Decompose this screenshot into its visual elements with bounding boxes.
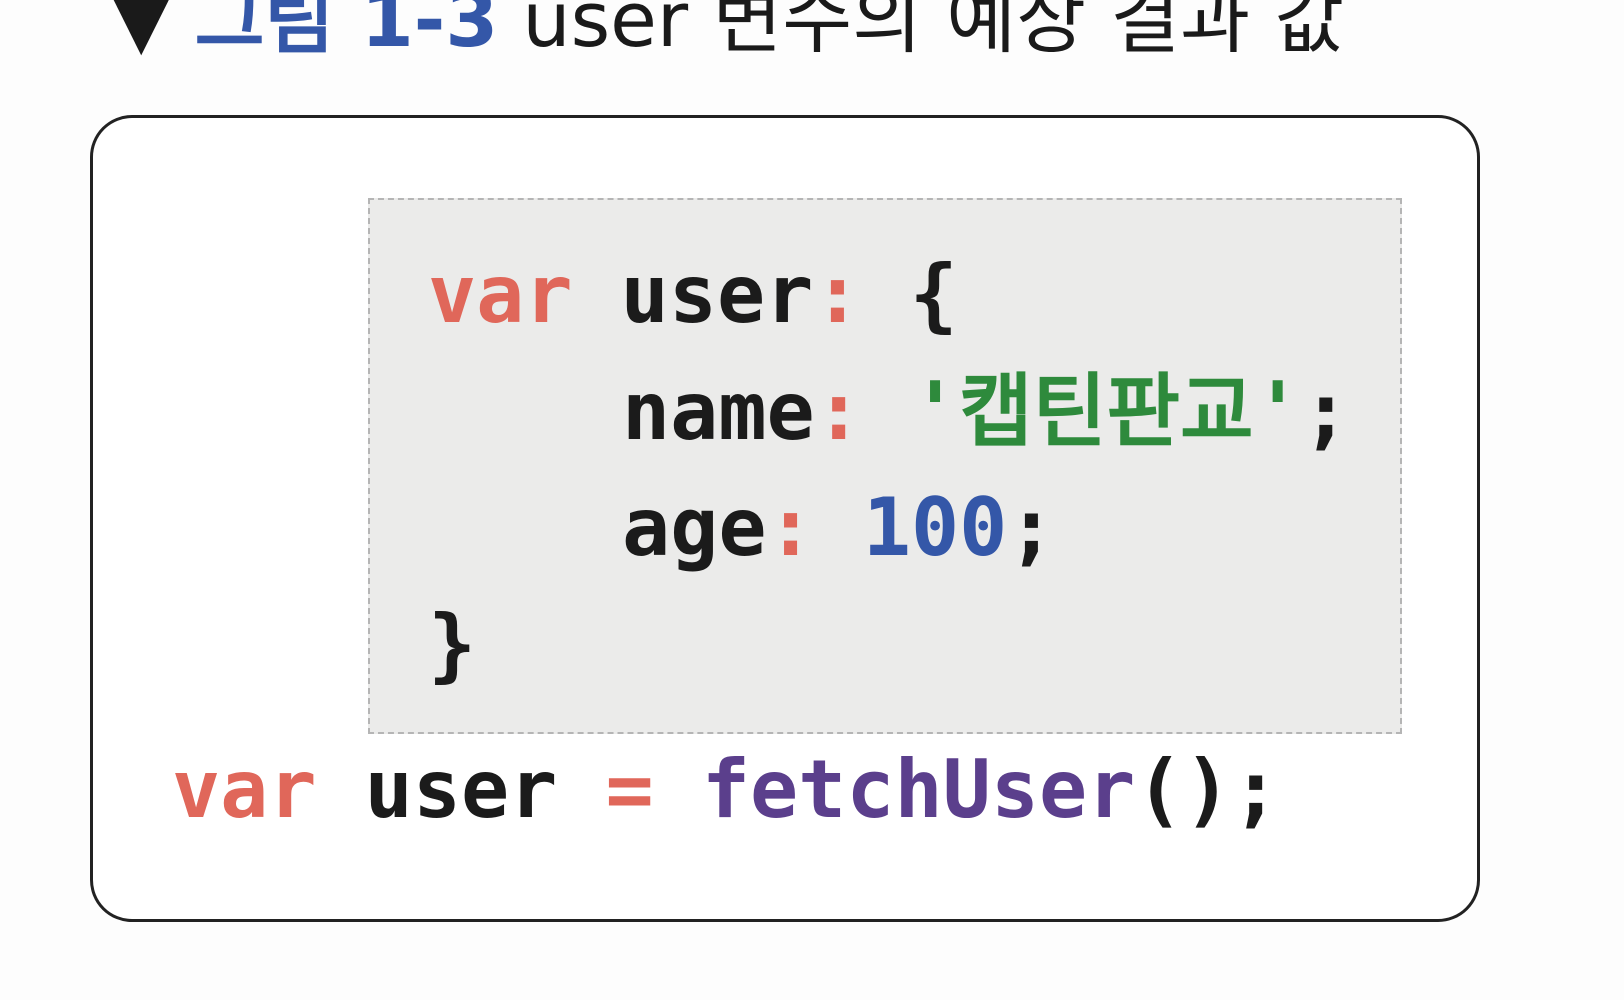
figure-title: user 변수의 예상 결과 값 — [522, 0, 1345, 64]
function-name: fetchUser — [701, 743, 1136, 836]
open-brace: { — [909, 248, 958, 341]
figure-number: 그림 1-3 — [194, 0, 499, 64]
code-line-1: var user: { — [428, 255, 958, 335]
colon: : — [766, 481, 815, 574]
figure-caption: ▼ 그림 1-3 user 변수의 예상 결과 값 — [112, 0, 1344, 68]
identifier: user — [364, 743, 558, 836]
keyword-var: var — [428, 248, 573, 341]
colon: : — [814, 365, 863, 458]
number-value: 100 — [862, 481, 1008, 574]
assign-operator: = — [605, 743, 654, 836]
code-line-4: } — [428, 605, 476, 685]
code-line-2: name: '캡틴판교'; — [622, 372, 1350, 452]
string-value: '캡틴판교' — [911, 365, 1302, 458]
colon: : — [813, 248, 862, 341]
property-key: age — [622, 481, 767, 574]
keyword-var: var — [172, 743, 317, 836]
semicolon: ; — [1007, 481, 1056, 574]
close-brace: } — [428, 598, 477, 691]
semicolon: ; — [1301, 365, 1350, 458]
triangle-marker-icon: ▼ — [112, 0, 171, 64]
code-line-3: age: 100; — [622, 488, 1056, 568]
code-line-5: var user = fetchUser(); — [172, 750, 1280, 830]
identifier: user — [620, 248, 814, 341]
call-parens: (); — [1135, 743, 1280, 836]
property-key: name — [622, 365, 815, 458]
